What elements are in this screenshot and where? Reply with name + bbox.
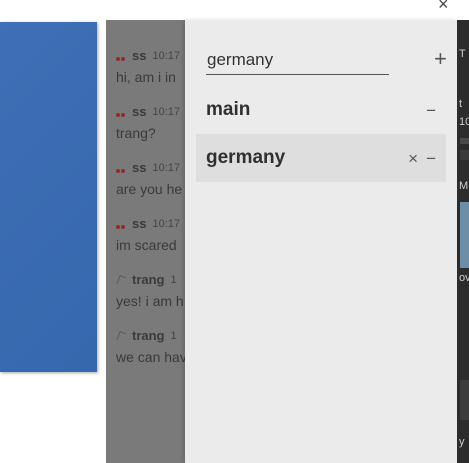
- message-author: trang: [132, 328, 165, 343]
- cherry-icon: [116, 219, 126, 229]
- background-window-edge: T t 10 M ov y: [457, 20, 469, 463]
- edge-thumbnail: [460, 202, 469, 268]
- minus-icon[interactable]: −: [426, 102, 436, 119]
- edge-text: ov: [459, 272, 469, 284]
- channel-panel: + main − germany × −: [185, 20, 457, 463]
- channel-item-main[interactable]: main −: [196, 86, 446, 134]
- edge-strip: [460, 138, 469, 144]
- channel-label: main: [206, 99, 251, 120]
- minus-icon[interactable]: −: [426, 150, 436, 167]
- edge-text: y: [459, 436, 465, 448]
- message-time: 10:17: [152, 161, 180, 174]
- chat-message-list: ss 10:17 hi, am i in ss 10:17 trang? ss 10:…: [106, 20, 186, 463]
- message-time: 10:17: [152, 217, 180, 230]
- chat-message: ss 10:17 are you he: [116, 160, 186, 197]
- edge-strip: [460, 380, 469, 420]
- close-icon[interactable]: ×: [438, 0, 449, 15]
- message-author: trang: [132, 272, 165, 287]
- channel-item-germany[interactable]: germany × −: [196, 134, 446, 182]
- message-author: ss: [132, 104, 147, 119]
- message-author: ss: [132, 48, 147, 63]
- message-time: 1: [170, 273, 177, 286]
- channel-search-row: +: [206, 46, 447, 76]
- message-text: we can hav: [116, 349, 186, 365]
- message-time: 10:17: [152, 49, 180, 62]
- edge-strip: [460, 150, 469, 160]
- edge-text: t: [459, 98, 463, 110]
- chat-message: ss 10:17 im scared: [116, 216, 186, 253]
- message-text: im scared: [116, 237, 177, 253]
- background-image: [0, 22, 97, 372]
- edge-text: T: [459, 48, 466, 60]
- message-author: ss: [132, 160, 147, 175]
- message-text: yes! i am h: [116, 293, 184, 309]
- message-text: trang?: [116, 125, 156, 141]
- chat-message: trang 1 yes! i am h: [116, 272, 186, 309]
- close-icon[interactable]: ×: [408, 150, 418, 167]
- chat-message: trang 1 we can hav: [116, 328, 186, 365]
- channel-label: germany: [206, 147, 286, 168]
- cherry-icon: [116, 51, 126, 61]
- cherry-icon: [116, 107, 126, 117]
- edge-text: 10: [459, 116, 469, 128]
- message-time: 10:17: [152, 105, 180, 118]
- edge-text: M: [459, 180, 469, 192]
- cherry-icon: [116, 163, 126, 173]
- channel-search-input[interactable]: [206, 48, 389, 75]
- message-author: ss: [132, 216, 147, 231]
- message-text: hi, am i in: [116, 69, 176, 85]
- message-text: are you he: [116, 181, 183, 197]
- leaf-icon: [116, 331, 126, 341]
- chat-message: ss 10:17 trang?: [116, 104, 186, 141]
- chat-message: ss 10:17 hi, am i in: [116, 48, 186, 85]
- leaf-icon: [116, 275, 126, 285]
- message-time: 1: [170, 329, 177, 342]
- add-channel-button[interactable]: +: [434, 45, 447, 73]
